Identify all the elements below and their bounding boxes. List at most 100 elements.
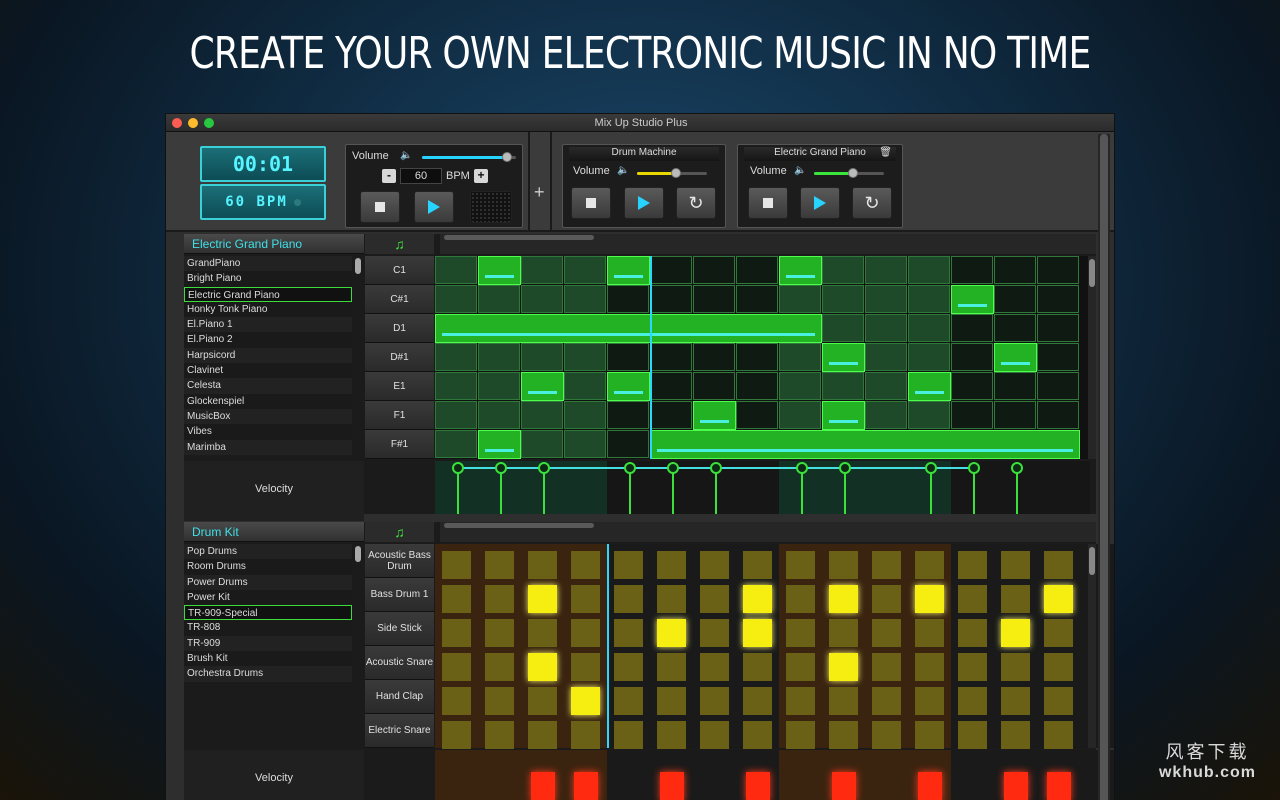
drum-pad[interactable] (872, 721, 901, 749)
grid-cell[interactable] (564, 372, 606, 400)
drum-pad[interactable] (829, 687, 858, 715)
drum-pad[interactable] (872, 585, 901, 613)
drum-pad[interactable] (958, 619, 987, 647)
grid-cell[interactable] (650, 343, 692, 371)
drum-pad[interactable] (958, 551, 987, 579)
instrument-item[interactable]: Brush Kit (184, 651, 352, 667)
drum-pad[interactable] (915, 721, 944, 749)
drum-pad[interactable] (614, 551, 643, 579)
horizontal-scrollbar-thumb[interactable] (444, 523, 594, 528)
grid-cell[interactable] (521, 256, 563, 284)
instrument-item[interactable]: Marimba (184, 439, 352, 455)
instrument-list-scrollbar[interactable] (355, 546, 361, 562)
instrument-item[interactable]: Celesta (184, 378, 352, 394)
grid-cell[interactable] (650, 401, 692, 429)
grid-cell[interactable] (908, 285, 950, 313)
grid-cell[interactable] (908, 256, 950, 284)
grid-cell[interactable] (564, 256, 606, 284)
velocity-bar[interactable] (573, 772, 598, 800)
track-stop-button[interactable] (571, 187, 611, 219)
grid-cell[interactable] (736, 285, 778, 313)
trash-icon[interactable]: 🗑 (879, 147, 892, 158)
grid-cell[interactable] (1037, 372, 1079, 400)
bpm-decrease-button[interactable]: - (382, 169, 396, 183)
drum-pad[interactable] (528, 551, 557, 579)
drum-pad[interactable] (700, 721, 729, 749)
instrument-item[interactable]: El.Piano 2 (184, 332, 352, 348)
grid-cell[interactable] (693, 372, 735, 400)
drum-pad[interactable] (829, 721, 858, 749)
drum-pad[interactable] (786, 551, 815, 579)
drum-pad[interactable] (485, 585, 514, 613)
grid-cell[interactable] (736, 401, 778, 429)
grid-cell[interactable] (521, 430, 563, 458)
drum-scrollbar-thumb[interactable] (1089, 547, 1095, 575)
grid-cell[interactable] (908, 401, 950, 429)
bpm-increase-button[interactable]: + (474, 169, 488, 183)
drum-pad[interactable] (571, 619, 600, 647)
velocity-bar[interactable] (1003, 772, 1028, 800)
grid-cell[interactable] (478, 343, 520, 371)
velocity-handle[interactable] (666, 462, 679, 474)
grid-cell[interactable] (822, 256, 864, 284)
drum-pad-on[interactable] (743, 585, 772, 613)
drum-pad[interactable] (442, 619, 471, 647)
instrument-item[interactable]: Electric Grand Piano (184, 286, 352, 302)
grid-cell[interactable] (865, 401, 907, 429)
drum-pad[interactable] (657, 687, 686, 715)
drum-pad[interactable] (700, 687, 729, 715)
grid-cell[interactable] (951, 343, 993, 371)
drum-pad[interactable] (915, 653, 944, 681)
note-block[interactable] (693, 401, 736, 430)
track-play-button[interactable] (624, 187, 664, 219)
track-play-button[interactable] (800, 187, 840, 219)
drum-pad[interactable] (485, 619, 514, 647)
grid-cell[interactable] (951, 314, 993, 342)
velocity-bar[interactable] (745, 772, 770, 800)
note-block[interactable] (435, 314, 822, 343)
grid-cell[interactable] (607, 343, 649, 371)
grid-cell[interactable] (435, 372, 477, 400)
grid-cell[interactable] (435, 256, 477, 284)
drum-pad[interactable] (657, 585, 686, 613)
velocity-handle[interactable] (924, 462, 937, 474)
grid-cell[interactable] (521, 343, 563, 371)
velocity-handle[interactable] (838, 462, 851, 474)
drum-pad[interactable] (1001, 585, 1030, 613)
piano-roll-grid[interactable] (435, 256, 1090, 459)
master-volume-knob[interactable] (501, 152, 512, 162)
note-block[interactable] (650, 430, 1080, 459)
note-block[interactable] (478, 256, 521, 285)
drum-pad[interactable] (1044, 687, 1073, 715)
drum-pad-on[interactable] (743, 619, 772, 647)
drum-pad[interactable] (571, 653, 600, 681)
grid-cell[interactable] (607, 430, 649, 458)
drum-pad[interactable] (485, 687, 514, 715)
drum-pad[interactable] (872, 687, 901, 715)
grid-cell[interactable] (822, 372, 864, 400)
grid-cell[interactable] (693, 285, 735, 313)
grid-cell[interactable] (736, 343, 778, 371)
drum-pad[interactable] (872, 653, 901, 681)
grid-cell[interactable] (693, 343, 735, 371)
drum-pad[interactable] (1001, 687, 1030, 715)
grid-cell[interactable] (607, 401, 649, 429)
grid-cell[interactable] (521, 285, 563, 313)
drum-pad[interactable] (571, 721, 600, 749)
velocity-handle[interactable] (451, 462, 464, 474)
drum-pad-on[interactable] (829, 653, 858, 681)
drum-pad[interactable] (700, 585, 729, 613)
drum-pad[interactable] (1001, 653, 1030, 681)
grid-cell[interactable] (564, 343, 606, 371)
note-block[interactable] (521, 372, 564, 401)
drum-pad[interactable] (528, 721, 557, 749)
drum-pad[interactable] (485, 551, 514, 579)
grid-cell[interactable] (994, 401, 1036, 429)
drum-pad[interactable] (872, 619, 901, 647)
drum-pad[interactable] (786, 619, 815, 647)
instrument-list-scrollbar[interactable] (355, 258, 361, 274)
horizontal-scrollbar-thumb[interactable] (444, 235, 594, 240)
velocity-handle[interactable] (537, 462, 550, 474)
velocity-handle[interactable] (967, 462, 980, 474)
drum-pad[interactable] (657, 721, 686, 749)
